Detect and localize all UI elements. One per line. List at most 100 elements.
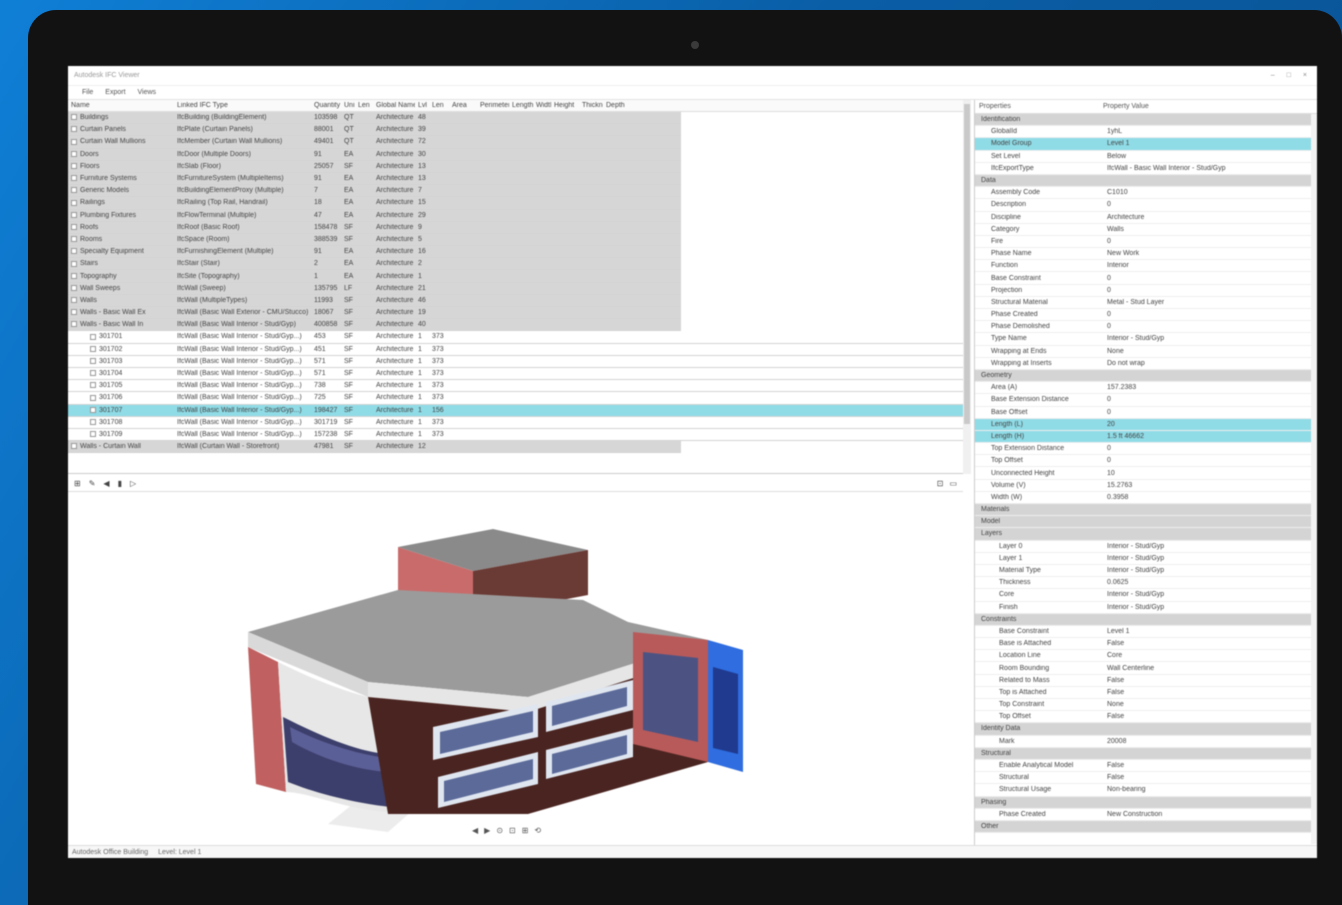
table-row[interactable]: Specialty Equipment IfcFurnishingElement … xyxy=(68,246,681,259)
property-category[interactable]: Identity Data xyxy=(975,723,1317,736)
row-checkbox[interactable] xyxy=(90,345,96,352)
property-row[interactable]: Top Constraint None xyxy=(975,699,1317,712)
property-row[interactable]: Top is Attached False xyxy=(975,687,1317,699)
property-row[interactable]: Set Level Below xyxy=(975,151,1317,163)
table-row[interactable]: Walls IfcWall (MultipleTypes) 11993 SF Archi… xyxy=(68,294,681,307)
back-icon[interactable]: ◀ xyxy=(103,479,109,488)
property-row[interactable]: Thickness 0.0625 xyxy=(975,577,1317,590)
property-row[interactable]: Fire 0 xyxy=(975,236,1317,249)
row-checkbox[interactable] xyxy=(71,114,77,121)
grid-icon[interactable]: ⊞ xyxy=(74,479,81,488)
table-row[interactable]: 301703 IfcWall (Basic Wall Interior - Stu… xyxy=(68,355,963,368)
property-row[interactable]: Description 0 xyxy=(975,199,1317,212)
property-row[interactable]: Room Bounding Wall Centerline xyxy=(975,662,1317,675)
restore-icon[interactable]: ▭ xyxy=(949,479,957,488)
property-row[interactable]: Location Line Core xyxy=(975,650,1317,663)
menu-export[interactable]: Export xyxy=(105,89,125,96)
property-category[interactable]: Model xyxy=(975,516,1317,529)
row-checkbox[interactable] xyxy=(90,431,96,438)
property-row[interactable]: Layer 0 Interior - Stud/Gyp xyxy=(975,541,1317,553)
row-checkbox[interactable] xyxy=(71,150,77,157)
minimize-button[interactable]: – xyxy=(1271,72,1275,79)
table-row[interactable]: 301708 IfcWall (Basic Wall Interior - Stu… xyxy=(68,416,963,429)
property-row[interactable]: Phase Name New Work xyxy=(975,248,1317,261)
property-category[interactable]: Data xyxy=(975,174,1317,188)
section-icon[interactable]: ⊞ xyxy=(522,826,529,835)
table-row[interactable]: Floors IfcSlab (Floor) 25057 SF Architecture… xyxy=(68,160,681,173)
property-row[interactable]: Structural Material Metal - Stud Layer xyxy=(975,297,1317,309)
close-button[interactable]: × xyxy=(1303,72,1307,79)
property-row[interactable]: Phase Created New Construction xyxy=(975,809,1317,821)
property-row[interactable]: Width (W) 0.3958 xyxy=(975,492,1317,504)
table-row[interactable]: Railings IfcRailing (Top Rail, Handrail) 1… xyxy=(68,197,681,210)
row-checkbox[interactable] xyxy=(71,211,77,218)
property-row[interactable]: Finish Interior - Stud/Gyp xyxy=(975,602,1317,614)
property-row[interactable]: Mark 20008 xyxy=(975,736,1317,748)
row-checkbox[interactable] xyxy=(71,297,77,304)
row-checkbox[interactable] xyxy=(71,284,77,291)
property-row[interactable]: Top Offset False xyxy=(975,711,1317,724)
property-category[interactable]: Other xyxy=(975,820,1317,834)
reset-view-icon[interactable]: ⟲ xyxy=(534,826,541,835)
3d-viewport[interactable]: ◀ ▶ ⊙ ⊡ ⊞ ⟲ xyxy=(68,492,971,845)
row-checkbox[interactable] xyxy=(71,163,77,169)
table-row[interactable]: Walls - Basic Wall In IfcWall (Basic Wall… xyxy=(68,319,681,332)
property-row[interactable]: GlobalId 1yhL xyxy=(975,126,1317,139)
row-checkbox[interactable] xyxy=(71,260,77,267)
table-row[interactable]: Wall Sweeps IfcWall (Sweep) 135795 LF Archit… xyxy=(68,282,681,295)
property-row[interactable]: Assembly Code C1010 xyxy=(975,187,1317,200)
table-row[interactable]: 301701 IfcWall (Basic Wall Interior - Stu… xyxy=(68,331,963,344)
property-row[interactable]: Category Walls xyxy=(975,224,1317,236)
property-row[interactable]: IfcExportType IfcWall - Basic Wall Interi… xyxy=(975,163,1317,175)
row-checkbox[interactable] xyxy=(71,187,77,194)
property-category[interactable]: Phasing xyxy=(975,796,1317,809)
property-row[interactable]: Projection 0 xyxy=(975,285,1317,297)
row-checkbox[interactable] xyxy=(71,199,77,206)
nav-prev-icon[interactable]: ◀ xyxy=(472,826,478,835)
nav-next-icon[interactable]: ▶ xyxy=(484,826,490,835)
table-row[interactable]: Plumbing Fixtures IfcFlowTerminal (Multip… xyxy=(68,209,681,222)
table-row[interactable]: Doors IfcDoor (Multiple Doors) 91 EA Archite… xyxy=(68,148,681,161)
property-row[interactable]: Layer 1 Interior - Stud/Gyp xyxy=(975,553,1317,565)
row-checkbox[interactable] xyxy=(90,370,96,377)
play-icon[interactable]: ▷ xyxy=(130,479,136,488)
table-row[interactable]: Furniture Systems IfcFurnitureSystem (Mul… xyxy=(68,172,681,186)
stop-icon[interactable]: ▮ xyxy=(118,479,122,488)
orbit-icon[interactable]: ⊙ xyxy=(496,826,503,835)
row-checkbox[interactable] xyxy=(71,236,77,243)
row-checkbox[interactable] xyxy=(90,382,96,389)
property-row[interactable]: Length (L) 20 xyxy=(975,418,1317,431)
property-row[interactable]: Phase Demolished 0 xyxy=(975,321,1317,334)
property-row[interactable]: Wrapping at Ends None xyxy=(975,346,1317,358)
property-row[interactable]: Structural Usage Non-bearing xyxy=(975,784,1317,797)
row-checkbox[interactable] xyxy=(71,126,77,133)
property-row[interactable]: Material Type Interior - Stud/Gyp xyxy=(975,565,1317,578)
property-row[interactable]: Top Offset 0 xyxy=(975,455,1317,468)
property-row[interactable]: Type Name Interior - Stud/Gyp xyxy=(975,333,1317,346)
table-scrollbar[interactable] xyxy=(963,100,971,474)
properties-scrollbar[interactable] xyxy=(1311,114,1317,844)
table-row[interactable]: Stairs IfcStair (Stair) 2 EA Architecture 2 xyxy=(68,258,681,271)
table-row[interactable]: Generic Models IfcBuildingElementProxy (M… xyxy=(68,185,681,198)
table-row[interactable]: Topography IfcSite (Topography) 1 EA Archite… xyxy=(68,270,681,283)
row-checkbox[interactable] xyxy=(90,333,96,340)
row-checkbox[interactable] xyxy=(71,223,77,230)
property-row[interactable]: Volume (V) 15.2763 xyxy=(975,480,1317,492)
table-row[interactable]: 301706 IfcWall (Basic Wall Interior - Stu… xyxy=(68,392,963,405)
table-row[interactable]: Buildings IfcBuilding (BuildingElement) 10… xyxy=(68,112,681,125)
property-row[interactable]: Top Extension Distance 0 xyxy=(975,443,1317,456)
table-row[interactable]: 301707 IfcWall (Basic Wall Interior - Stu… xyxy=(68,404,963,417)
row-checkbox[interactable] xyxy=(90,418,96,425)
property-row[interactable]: Base Constraint Level 1 xyxy=(975,626,1317,639)
row-checkbox[interactable] xyxy=(71,309,77,316)
menu-file[interactable]: File xyxy=(82,89,93,96)
row-checkbox[interactable] xyxy=(71,248,77,255)
property-row[interactable]: Base is Attached False xyxy=(975,638,1317,651)
row-checkbox[interactable] xyxy=(71,321,77,328)
property-category[interactable]: Identification xyxy=(975,114,1317,127)
table-row[interactable]: Curtain Panels IfcPlate (Curtain Panels) 8… xyxy=(68,124,681,137)
scrollbar-thumb[interactable] xyxy=(964,104,970,424)
property-row[interactable]: Related to Mass False xyxy=(975,675,1317,687)
property-row[interactable]: Unconnected Height 10 xyxy=(975,467,1317,480)
property-row[interactable]: Base Offset 0 xyxy=(975,407,1317,419)
